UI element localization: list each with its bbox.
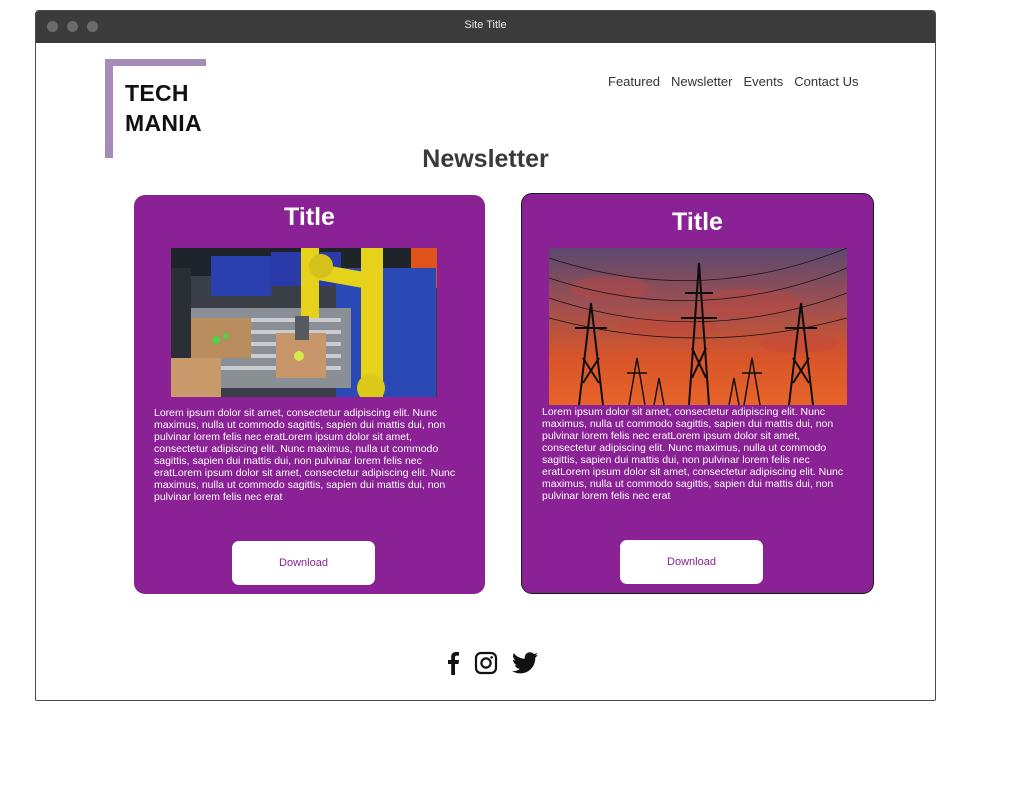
newsletter-card: Title Lorem ipsum dolor sit amet, consec…: [521, 193, 874, 594]
window-title: Site Title: [464, 19, 507, 31]
logo-bracket-horizontal: [105, 59, 206, 66]
logo-text: TECH MANIA: [125, 78, 202, 138]
logo-line-1: TECH: [125, 80, 189, 106]
download-button[interactable]: Download: [232, 541, 375, 585]
browser-window: Site Title TECH MANIA Featured Newslette…: [35, 10, 936, 701]
facebook-icon[interactable]: [446, 651, 460, 680]
main-nav: Featured Newsletter Events Contact Us: [608, 74, 859, 89]
newsletter-card: Title Lorem ipsum dolor sit amet, consec…: [134, 195, 485, 594]
card-title: Title: [672, 208, 723, 236]
nav-item-events[interactable]: Events: [743, 74, 783, 89]
card-title: Title: [284, 203, 335, 231]
power-pylons-sunset-image: [549, 248, 847, 405]
window-titlebar: Site Title: [36, 11, 935, 43]
logo-line-2: MANIA: [125, 110, 202, 136]
nav-item-newsletter[interactable]: Newsletter: [671, 74, 732, 89]
robotic-arm-factory-image: [171, 248, 437, 397]
nav-item-contact-us[interactable]: Contact Us: [794, 74, 858, 89]
page-title: Newsletter: [422, 145, 549, 173]
nav-item-featured[interactable]: Featured: [608, 74, 660, 89]
site-logo[interactable]: TECH MANIA: [105, 59, 206, 158]
download-button[interactable]: Download: [620, 540, 763, 584]
card-body: Lorem ipsum dolor sit amet, consectetur …: [542, 406, 844, 502]
social-links: [446, 651, 538, 680]
logo-bracket-vertical: [105, 59, 113, 158]
card-body: Lorem ipsum dolor sit amet, consectetur …: [154, 407, 456, 503]
instagram-icon[interactable]: [474, 651, 498, 680]
twitter-icon[interactable]: [512, 652, 538, 679]
